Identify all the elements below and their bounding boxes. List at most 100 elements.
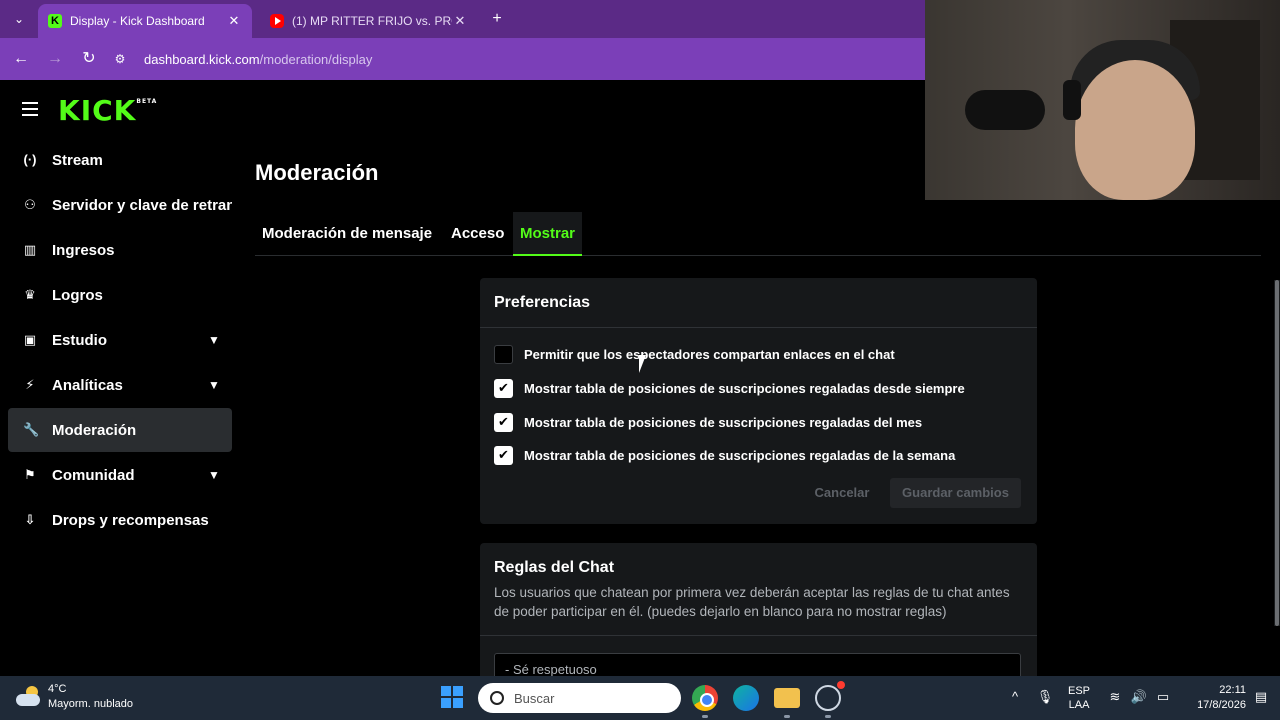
sidebar-item-ingresos[interactable]: ▥ Ingresos (8, 228, 232, 272)
preferences-title: Preferencias (494, 294, 591, 311)
forward-arrow-icon[interactable]: → (44, 48, 66, 70)
close-tab-icon[interactable]: ✕ (452, 13, 468, 29)
browser-tab-youtube[interactable]: (1) MP RITTER FRIJO vs. PROME ✕ (260, 4, 478, 38)
sidebar-item-label: Drops y recompensas (52, 511, 209, 529)
wifi-icon[interactable]: ≋ (1106, 688, 1124, 706)
sidebar-item-server-key[interactable]: ⚇ Servidor y clave de retransmisión (8, 183, 232, 227)
divider (480, 635, 1037, 636)
reload-icon[interactable]: ↻ (78, 48, 100, 70)
url-path: /moderation/display (259, 51, 373, 67)
notifications-icon[interactable]: ▤ (1252, 688, 1270, 706)
stream-icon: (·) (23, 152, 37, 167)
site-settings-icon[interactable]: ⚙ (112, 51, 128, 67)
checkbox-checked[interactable]: ✔ (494, 445, 513, 465)
close-tab-icon[interactable]: ✕ (226, 13, 242, 29)
running-indicator (702, 715, 708, 718)
weather-cloud-icon (16, 686, 42, 708)
option-label: Mostrar tabla de posiciones de suscripci… (524, 414, 923, 430)
link-icon: ⚇ (24, 197, 36, 212)
sidebar-item-label: Servidor y clave de retransmisión (52, 196, 232, 214)
save-changes-button[interactable]: Guardar cambios (890, 478, 1021, 508)
chevron-down-icon[interactable]: ▼ (204, 378, 224, 392)
edge-icon[interactable] (733, 685, 759, 711)
chrome-icon[interactable] (692, 685, 718, 711)
tab-title: Display - Kick Dashboard (70, 14, 205, 28)
page-title: Moderación (255, 160, 379, 185)
new-tab-plus-icon[interactable]: + (486, 8, 508, 30)
windows-start-icon[interactable] (441, 686, 463, 708)
search-placeholder: Buscar (514, 690, 555, 706)
sidebar-item-moderacion[interactable]: 🔧 Moderación (8, 408, 232, 452)
preferences-card: Preferencias Permitir que los espectador… (480, 278, 1037, 524)
clock[interactable]: 22:11 17/8/2026 (1182, 683, 1246, 713)
weather-widget[interactable]: 4°C Mayorm. nublado (16, 682, 133, 712)
back-arrow-icon[interactable]: ← (10, 48, 32, 70)
tab-mostrar[interactable]: Mostrar (513, 212, 583, 256)
running-indicator (784, 715, 790, 718)
taskbar-search-input[interactable]: Buscar (478, 683, 681, 713)
webcam-overlay (925, 0, 1280, 200)
option-leaderboard-month[interactable]: ✔ Mostrar tabla de posiciones de suscrip… (494, 412, 922, 432)
headphones-icon (1063, 80, 1081, 120)
sidebar-item-label: Ingresos (52, 241, 115, 259)
wrench-icon: 🔧 (23, 422, 40, 437)
preferences-header: Preferencias (480, 278, 1037, 328)
tab-search-dropdown-icon[interactable]: ⌄ (8, 8, 30, 30)
browser-tab-kick[interactable]: K Display - Kick Dashboard ✕ (38, 4, 252, 38)
scrollbar-thumb[interactable] (1275, 280, 1279, 626)
language-indicator[interactable]: ESP LAA (1068, 676, 1090, 720)
microphone-tray-icon[interactable]: 🎙 (1036, 688, 1054, 706)
volume-icon[interactable]: 🔊 (1130, 688, 1148, 706)
sidebar-item-label: Logros (52, 286, 103, 304)
tab-acceso[interactable]: Acceso (444, 212, 511, 256)
chevron-down-icon[interactable]: ▼ (204, 468, 224, 482)
cancel-button[interactable]: Cancelar (800, 478, 884, 508)
file-explorer-icon[interactable] (774, 688, 800, 708)
chat-rules-card: Reglas del Chat Los usuarios que chatean… (480, 543, 1037, 693)
trophy-icon: ♛ (24, 287, 36, 302)
checkmark-icon: ✔ (498, 380, 509, 395)
windows-taskbar: 4°C Mayorm. nublado Buscar ^ 🎙 ESP LAA ≋ … (0, 676, 1280, 720)
analytics-icon: ⚡ (25, 377, 35, 392)
sidebar-item-drops[interactable]: ⇩ Drops y recompensas (8, 498, 232, 542)
kick-logo[interactable]: KICKBETA (58, 94, 157, 127)
kick-favicon-icon: K (48, 14, 62, 28)
option-label: Permitir que los espectadores compartan … (524, 346, 895, 362)
option-label: Mostrar tabla de posiciones de suscripci… (524, 447, 956, 463)
sidebar-item-stream[interactable]: (·) Stream (8, 138, 232, 182)
chevron-up-icon[interactable]: ^ (1006, 688, 1024, 706)
tab-moderacion-mensaje[interactable]: Moderación de mensaje (255, 212, 439, 256)
sidebar-item-label: Comunidad (52, 466, 135, 484)
app-icon[interactable] (815, 681, 845, 711)
checkbox-checked[interactable]: ✔ (494, 378, 513, 398)
sidebar-item-estudio[interactable]: ▣ Estudio ▼ (8, 318, 232, 362)
sidebar-item-analiticas[interactable]: ⚡ Analíticas ▼ (8, 363, 232, 407)
checkmark-icon: ✔ (498, 414, 509, 429)
checkbox-unchecked[interactable] (494, 344, 513, 364)
chat-rules-description: Los usuarios que chatean por primera vez… (494, 585, 1010, 619)
checkbox-checked[interactable]: ✔ (494, 412, 513, 432)
battery-icon[interactable]: ▭ (1154, 688, 1172, 706)
option-leaderboard-week[interactable]: ✔ Mostrar tabla de posiciones de suscrip… (494, 445, 955, 465)
weather-desc: Mayorm. nublado (48, 698, 133, 710)
url-host: dashboard.kick.com (144, 51, 260, 67)
sidebar-item-comunidad[interactable]: ⚑ Comunidad ▼ (8, 453, 232, 497)
community-icon: ⚑ (24, 467, 36, 482)
chart-icon: ▥ (23, 242, 37, 257)
streamer-face (1075, 60, 1195, 200)
url-field[interactable]: ⚙ dashboard.kick.com/moderation/display (112, 44, 932, 74)
menu-hamburger-icon[interactable] (22, 102, 38, 116)
sidebar-item-label: Estudio (52, 331, 107, 349)
chevron-down-icon[interactable]: ▼ (204, 333, 224, 347)
sidebar-item-logros[interactable]: ♛ Logros (8, 273, 232, 317)
drops-icon: ⇩ (24, 512, 36, 527)
checkmark-icon: ✔ (498, 447, 509, 462)
microphone-icon (965, 90, 1045, 130)
sidebar-item-label: Analíticas (52, 376, 123, 394)
moderation-tabs: Moderación de mensaje Acceso Mostrar (255, 212, 1261, 256)
option-label: Mostrar tabla de posiciones de suscripci… (524, 380, 965, 396)
search-icon (490, 691, 504, 705)
option-leaderboard-alltime[interactable]: ✔ Mostrar tabla de posiciones de suscrip… (494, 378, 965, 398)
chat-rules-title: Reglas del Chat (494, 559, 615, 576)
option-allow-links[interactable]: Permitir que los espectadores compartan … (494, 344, 895, 364)
